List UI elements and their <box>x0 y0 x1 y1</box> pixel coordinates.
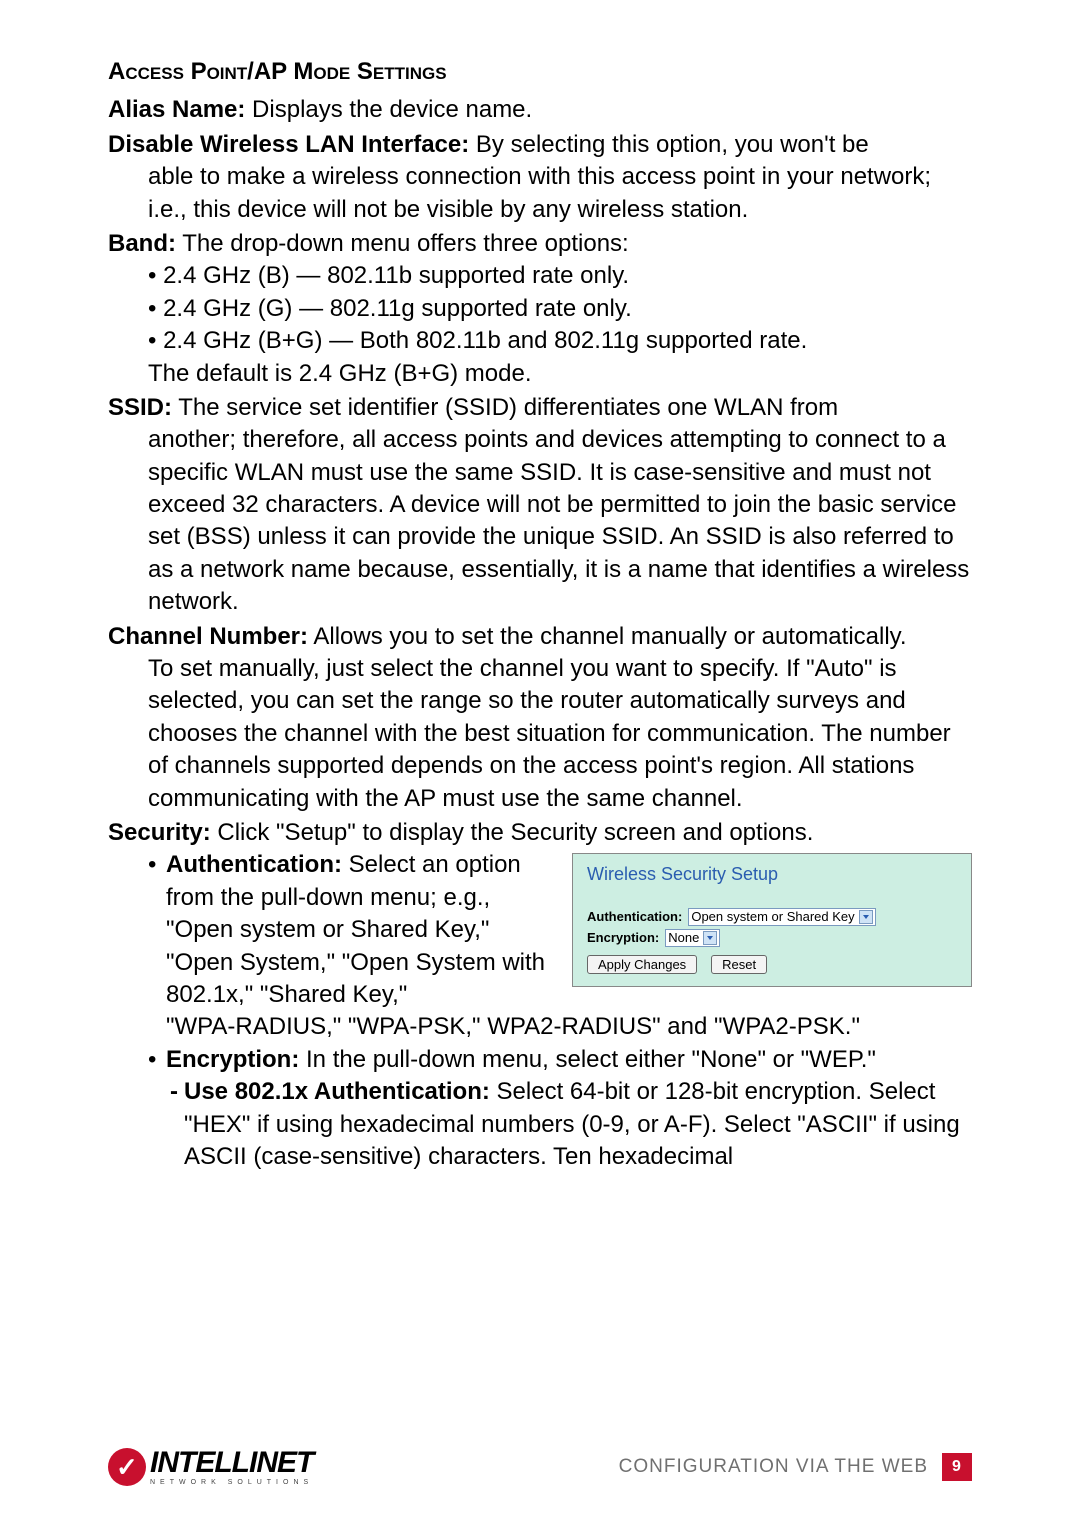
alias-name-text: Displays the device name. <box>245 96 532 123</box>
security-term: Security: <box>108 819 211 846</box>
channel-term: Channel Number: <box>108 623 308 650</box>
disable-wlan-text-cont: able to make a wireless connection with … <box>108 161 972 226</box>
chevron-down-icon <box>703 931 717 945</box>
encryption-select[interactable]: None <box>665 929 720 947</box>
brand-name: INTELLINET <box>150 1448 313 1478</box>
bullet-icon: • <box>148 849 166 1011</box>
panel-title: Wireless Security Setup <box>587 862 963 904</box>
use-8021x-bullet: - Use 802.1x Authentication: Select 64-b… <box>148 1076 972 1173</box>
band-default: The default is 2.4 GHz (B+G) mode. <box>148 358 972 390</box>
disable-wlan-entry: Disable Wireless LAN Interface: By selec… <box>108 129 972 226</box>
security-setup-panel: Wireless Security Setup Authentication: … <box>572 853 972 986</box>
disable-wlan-text-start: By selecting this option, you won't be <box>469 131 868 158</box>
page-number: 9 <box>942 1453 972 1481</box>
alias-name-term: Alias Name: <box>108 96 245 123</box>
use-8021x-term: Use 802.1x Authentication: <box>184 1078 490 1105</box>
check-icon <box>108 1448 146 1486</box>
panel-enc-label: Encryption: <box>587 929 659 947</box>
disable-wlan-term: Disable Wireless LAN Interface: <box>108 131 469 158</box>
security-text: Click "Setup" to display the Security sc… <box>211 819 814 846</box>
authentication-text-b: "WPA-RADIUS," "WPA-PSK," WPA2-RADIUS" an… <box>148 1011 972 1043</box>
alias-name-entry: Alias Name: Displays the device name. <box>108 94 972 126</box>
panel-enc-row: Encryption: None <box>587 929 957 947</box>
security-entry: Security: Click "Setup" to display the S… <box>108 817 972 1173</box>
channel-text-start: Allows you to set the channel manually o… <box>308 623 907 650</box>
band-term: Band: <box>108 230 176 257</box>
encryption-bullet: • Encryption: In the pull-down menu, sel… <box>148 1044 972 1076</box>
panel-auth-row: Authentication: Open system or Shared Ke… <box>587 908 957 926</box>
ssid-text-start: The service set identifier (SSID) differ… <box>172 394 838 421</box>
chevron-down-icon <box>859 910 873 924</box>
footer: INTELLINET NETWORK SOLUTIONS CONFIGURATI… <box>108 1448 972 1486</box>
authentication-select[interactable]: Open system or Shared Key <box>688 908 875 926</box>
authentication-select-value: Open system or Shared Key <box>691 908 854 926</box>
reset-button[interactable]: Reset <box>711 955 767 974</box>
band-option-bg: • 2.4 GHz (B+G) — Both 802.11b and 802.1… <box>148 325 972 357</box>
bullet-icon: • <box>148 1044 166 1076</box>
footer-section-label: CONFIGURATION VIA THE WEB <box>619 1454 928 1480</box>
band-option-b: • 2.4 GHz (B) — 802.11b supported rate o… <box>148 260 972 292</box>
authentication-bullet: • Authentication: Select an option from … <box>148 849 562 1011</box>
apply-changes-button[interactable]: Apply Changes <box>587 955 697 974</box>
channel-entry: Channel Number: Allows you to set the ch… <box>108 621 972 815</box>
ssid-text-cont: another; therefore, all access points an… <box>108 424 972 618</box>
authentication-term: Authentication: <box>166 851 342 878</box>
ssid-entry: SSID: The service set identifier (SSID) … <box>108 392 972 619</box>
encryption-select-value: None <box>668 929 699 947</box>
band-entry: Band: The drop-down menu offers three op… <box>108 228 972 390</box>
encryption-text: In the pull-down menu, select either "No… <box>299 1046 876 1073</box>
dash-icon: - <box>170 1076 184 1173</box>
panel-auth-label: Authentication: <box>587 908 682 926</box>
section-heading: Access Point/AP Mode Settings <box>108 56 972 88</box>
band-text: The drop-down menu offers three options: <box>176 230 629 257</box>
band-option-g: • 2.4 GHz (G) — 802.11g supported rate o… <box>148 293 972 325</box>
channel-text-cont: To set manually, just select the channel… <box>108 653 972 815</box>
ssid-term: SSID: <box>108 394 172 421</box>
brand-logo: INTELLINET NETWORK SOLUTIONS <box>108 1448 313 1486</box>
brand-subtitle: NETWORK SOLUTIONS <box>150 1479 313 1486</box>
encryption-term: Encryption: <box>166 1046 299 1073</box>
